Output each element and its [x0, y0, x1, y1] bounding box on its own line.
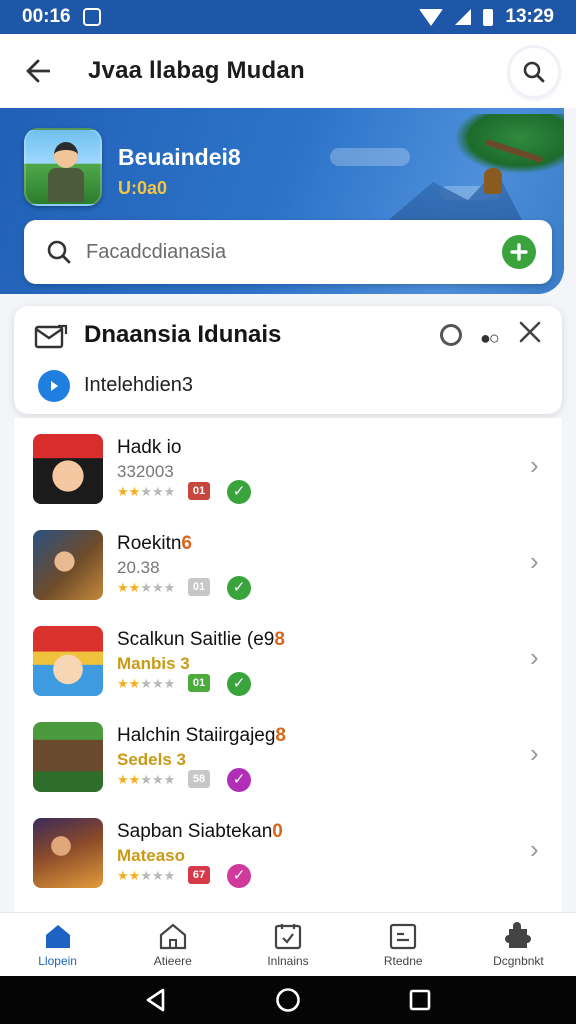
status-bar: 00:16 13:29 — [0, 0, 576, 34]
plus-icon — [510, 243, 528, 261]
nav-item-tasks[interactable]: Inlnains — [230, 913, 345, 976]
more-icon[interactable]: ●○ — [480, 328, 500, 349]
check-icon: ✓ — [227, 672, 251, 696]
circle-icon[interactable] — [440, 324, 462, 346]
item-title: Roekitn6 — [117, 533, 192, 554]
item-title: Sapban Siabtekan0 — [117, 821, 283, 842]
bell-decoration — [484, 168, 502, 194]
nav-label: Inlnains — [267, 953, 309, 968]
back-button[interactable] — [24, 58, 50, 84]
app-notification-icon — [82, 8, 101, 26]
item-subtitle: Manbis 3 — [117, 654, 190, 673]
featured-game-icon[interactable] — [24, 128, 102, 206]
search-icon — [47, 240, 71, 264]
home-outline-icon — [159, 923, 186, 949]
nav-item-explore[interactable]: Atieere — [115, 913, 230, 976]
hunter-scene-thumbnail — [33, 722, 103, 792]
card-title: Dnaansia Idunais — [84, 321, 282, 348]
item-badge: 01 — [188, 674, 210, 692]
home-filled-icon — [45, 924, 70, 948]
rating-stars: ★★★★★ — [117, 676, 176, 691]
arrow-right-circle-icon — [38, 370, 70, 402]
battery-icon — [483, 8, 494, 26]
red-hood-girl-thumbnail — [33, 626, 103, 696]
list-item[interactable]: Sapban Siabtekan0 Mateaso ★★★★★ 67 ✓ › — [14, 802, 562, 898]
page-title: Jvaa llabag Mudan — [88, 57, 305, 84]
check-icon: ✓ — [227, 768, 251, 792]
nav-label: Atieere — [153, 953, 192, 968]
chevron-right-icon[interactable]: › — [530, 644, 539, 670]
item-badge: 67 — [188, 866, 210, 884]
search-field[interactable] — [24, 220, 552, 284]
nav-label: Dcgnbnkt — [493, 953, 544, 968]
close-button[interactable] — [518, 320, 542, 350]
search-icon — [523, 61, 545, 83]
status-time-right: 13:29 — [505, 6, 554, 27]
item-subtitle: 332003 — [117, 462, 174, 481]
app-bar: Jvaa llabag Mudan — [0, 34, 576, 108]
list-item[interactable]: Hadk io 332003 ★★★★★ 01 ✓ › — [14, 418, 562, 514]
item-title: Scalkun Saitlie (e98 — [117, 629, 285, 650]
chevron-right-icon[interactable]: › — [530, 836, 539, 862]
character-body — [48, 168, 84, 202]
wifi-icon — [419, 8, 444, 26]
red-hat-kid-thumbnail — [33, 434, 103, 504]
system-home-icon[interactable] — [275, 987, 301, 1013]
list-item[interactable]: Halchin Staiirgajeg8 Sedels 3 ★★★★★ 58 ✓… — [14, 706, 562, 802]
puzzle-icon — [505, 921, 532, 948]
list-item[interactable] — [14, 898, 562, 912]
back-arrow-icon — [26, 59, 50, 83]
item-subtitle: Sedels 3 — [117, 750, 186, 769]
system-navigation-bar — [0, 976, 576, 1024]
nav-label: Rtedne — [383, 953, 423, 968]
mail-icon — [34, 324, 68, 349]
check-icon: ✓ — [227, 576, 251, 600]
system-back-icon[interactable] — [143, 987, 169, 1013]
search-input[interactable] — [86, 240, 466, 264]
list-item[interactable]: Roekitn6 20.38 ★★★★★ 01 ✓ › — [14, 514, 562, 610]
system-recents-icon[interactable] — [407, 987, 433, 1013]
bottom-navigation: Llopein Atieere Inlnains Rtedne Dcgnbnkt — [0, 912, 576, 976]
chevron-right-icon[interactable]: › — [530, 548, 539, 574]
item-title: Halchin Staiirgajeg8 — [117, 725, 286, 746]
signal-icon — [455, 9, 472, 25]
item-badge: 01 — [188, 578, 210, 596]
rating-stars: ★★★★★ — [117, 868, 176, 883]
card-subtitle: Intelehdien3 — [84, 374, 193, 396]
item-badge: 58 — [188, 770, 210, 788]
add-button[interactable] — [502, 235, 536, 269]
game-list: Hadk io 332003 ★★★★★ 01 ✓ › Roekitn6 20.… — [14, 418, 562, 912]
calendar-check-icon — [274, 923, 302, 949]
character-head — [54, 142, 78, 168]
featured-subtitle: U:0a0 — [118, 178, 168, 198]
check-icon: ✓ — [227, 480, 251, 504]
cloud-decoration — [330, 148, 410, 166]
nav-label: Llopein — [38, 953, 77, 968]
item-subtitle: 20.38 — [117, 558, 160, 577]
rating-stars: ★★★★★ — [117, 580, 176, 595]
notification-card[interactable]: Dnaansia Idunais ●○ Intelehdien3 — [14, 306, 562, 414]
search-button[interactable] — [510, 48, 558, 96]
nav-item-docs[interactable]: Rtedne — [346, 913, 461, 976]
rating-stars: ★★★★★ — [117, 772, 176, 787]
warrior-sunset-thumbnail — [33, 818, 103, 888]
item-badge: 01 — [188, 482, 210, 500]
item-subtitle: Mateaso — [117, 846, 186, 865]
status-time-left: 00:16 — [22, 6, 71, 27]
scientist-board-thumbnail — [33, 530, 103, 600]
chevron-right-icon[interactable]: › — [530, 740, 539, 766]
featured-banner: Beuaindei8 U:0a0 — [0, 108, 564, 294]
featured-title: Beuaindei8 — [118, 144, 241, 170]
check-icon: ✓ — [227, 864, 251, 888]
chevron-right-icon[interactable]: › — [530, 452, 539, 478]
play-arrow-icon — [51, 381, 58, 391]
nav-item-home[interactable]: Llopein — [0, 913, 115, 976]
item-title: Hadk io — [117, 437, 182, 458]
tree-decoration — [454, 114, 564, 174]
nav-item-extras[interactable]: Dcgnbnkt — [461, 913, 576, 976]
rating-stars: ★★★★★ — [117, 484, 176, 499]
document-icon — [390, 923, 417, 949]
list-item[interactable]: Scalkun Saitlie (e98 Manbis 3 ★★★★★ 01 ✓… — [14, 610, 562, 706]
close-icon — [519, 321, 541, 343]
